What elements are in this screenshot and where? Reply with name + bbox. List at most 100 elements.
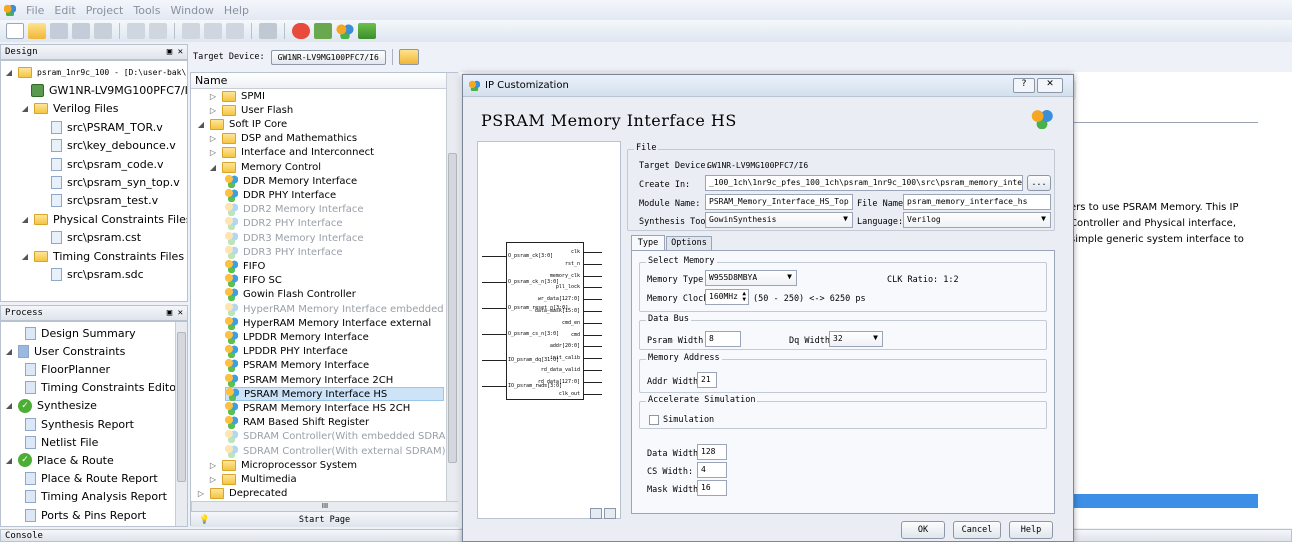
dq-width-select[interactable]: 32 ▼ xyxy=(829,331,883,347)
run-synthesis-icon[interactable] xyxy=(292,23,310,39)
panel-float-close-icon[interactable]: ▣ ✕ xyxy=(167,308,183,318)
design-tree-item[interactable]: src\psram.cst xyxy=(51,229,141,247)
design-tree-item[interactable]: src\psram_test.v xyxy=(51,192,158,210)
menu-project[interactable]: Project xyxy=(86,4,124,17)
spin-arrows-icon[interactable]: ▲ ▼ xyxy=(742,291,746,303)
ip-tree-item[interactable]: LPDDR Memory Interface xyxy=(225,330,369,344)
ip-tree-item[interactable]: ▷ DSP and Mathemathics xyxy=(209,132,357,146)
expand-arrow-icon[interactable]: ▷ xyxy=(209,475,217,484)
ip-tree-item[interactable]: ◢ Soft IP Core xyxy=(197,117,287,131)
paste-icon[interactable] xyxy=(226,23,244,39)
help-button[interactable]: ? xyxy=(1013,78,1035,93)
process-tree-item[interactable]: ◢ ✓ Synthesize xyxy=(5,397,97,415)
ip-tree-column-header[interactable]: Name xyxy=(191,73,457,89)
process-tree-item[interactable]: Ports & Pins Report xyxy=(25,506,146,524)
ip-tree-item[interactable]: ▷ User Flash xyxy=(209,103,293,117)
ip-tree-item[interactable]: FIFO xyxy=(225,259,265,273)
expand-arrow-icon[interactable]: ▷ xyxy=(209,92,217,101)
copy-icon[interactable] xyxy=(204,23,222,39)
expand-arrow-icon[interactable]: ▷ xyxy=(209,134,217,143)
data-width-field[interactable]: 128 xyxy=(697,444,727,460)
ip-tree-item[interactable]: HyperRAM Memory Interface external xyxy=(225,316,431,330)
process-tree-item[interactable]: Design Summary xyxy=(25,324,136,342)
ip-tree-item[interactable]: DDR Memory Interface xyxy=(225,174,357,188)
design-tree-item[interactable]: ◢ Verilog Files xyxy=(21,100,119,118)
ip-tree-item[interactable]: PSRAM Memory Interface 2CH xyxy=(225,373,393,387)
expand-arrow-icon[interactable]: ◢ xyxy=(209,163,217,172)
menu-edit[interactable]: Edit xyxy=(54,4,75,17)
ip-tree-item[interactable]: PSRAM Memory Interface HS 2CH xyxy=(225,401,410,415)
help-button[interactable]: Help xyxy=(1009,521,1053,539)
expand-arrow-icon[interactable]: ◢ xyxy=(21,252,29,261)
target-device-button[interactable]: GW1NR-LV9MG100PFC7/I6 xyxy=(270,49,386,65)
ip-tree-item[interactable]: ▷ Interface and Interconnect xyxy=(209,146,374,160)
design-tree-item[interactable]: src\PSRAM_TOR.v xyxy=(51,118,163,136)
scrollbar-thumb[interactable] xyxy=(177,332,186,482)
ip-tree-item[interactable]: DDR3 Memory Interface xyxy=(225,231,364,245)
process-tree-item[interactable]: Netlist File xyxy=(25,433,98,451)
programmer-icon[interactable] xyxy=(358,23,376,39)
zoom-out-icon[interactable] xyxy=(604,508,616,519)
expand-arrow-icon[interactable]: ◢ xyxy=(21,215,29,224)
expand-arrow-icon[interactable]: ▷ xyxy=(209,461,217,470)
ip-tree-item[interactable]: HyperRAM Memory Interface embedded xyxy=(225,302,444,316)
undo-icon[interactable] xyxy=(127,23,145,39)
expand-arrow-icon[interactable]: ◢ xyxy=(5,401,13,410)
ok-button[interactable]: OK xyxy=(901,521,945,539)
expand-arrow-icon[interactable]: ◢ xyxy=(5,456,13,465)
language-select[interactable]: Verilog ▼ xyxy=(903,212,1051,228)
new-file-icon[interactable] xyxy=(6,23,24,39)
process-tree-item[interactable]: Synthesis Report xyxy=(25,415,134,433)
ip-core-generator-icon[interactable] xyxy=(336,23,354,39)
design-tree-item[interactable]: src\psram_syn_top.v xyxy=(51,173,180,191)
close-button[interactable]: ✕ xyxy=(1037,78,1063,93)
ip-tree-item[interactable]: ▷ Microprocessor System xyxy=(209,458,357,472)
ip-tree-vscrollbar[interactable] xyxy=(446,73,458,501)
process-tree-item[interactable]: ◢ User Constraints xyxy=(5,342,125,360)
tab-type[interactable]: Type xyxy=(631,235,665,250)
design-tree-item[interactable]: src\psram.sdc xyxy=(51,265,144,283)
expand-arrow-icon[interactable]: ◢ xyxy=(197,120,205,129)
module-name-field[interactable]: PSRAM_Memory_Interface_HS_Top xyxy=(705,194,853,210)
design-tree-item[interactable]: GW1NR-LV9MG100PFC7/I6 xyxy=(31,81,187,99)
ip-tree-item[interactable]: ◢ Memory Control xyxy=(209,160,321,174)
process-tree-item[interactable]: Timing Analysis Report xyxy=(25,488,167,506)
ip-tree-item[interactable]: ▷ SPMI xyxy=(209,89,265,103)
ip-tree-item[interactable]: DDR2 Memory Interface xyxy=(225,203,364,217)
run-place-route-icon[interactable] xyxy=(314,23,332,39)
file-name-field[interactable]: psram_memory_interface_hs xyxy=(903,194,1051,210)
menu-file[interactable]: File xyxy=(26,4,44,17)
menu-tools[interactable]: Tools xyxy=(133,4,160,17)
process-tree-item[interactable]: ◢ ✓ Place & Route xyxy=(5,451,114,469)
expand-arrow-icon[interactable]: ▷ xyxy=(209,148,217,157)
process-scrollbar[interactable] xyxy=(175,322,187,526)
mask-width-field[interactable]: 16 xyxy=(697,480,727,496)
ip-tree-item[interactable]: Gowin Flash Controller xyxy=(225,288,356,302)
memory-clock-spinbox[interactable]: 160MHz ▲ ▼ xyxy=(705,289,749,305)
browse-button[interactable]: ... xyxy=(1027,175,1051,191)
open-folder-icon[interactable] xyxy=(28,23,46,39)
scrollbar-thumb[interactable] xyxy=(448,153,457,463)
psram-width-field[interactable]: 8 xyxy=(705,331,741,347)
cs-width-field[interactable]: 4 xyxy=(697,462,727,478)
menu-window[interactable]: Window xyxy=(170,4,213,17)
zoom-in-icon[interactable] xyxy=(590,508,602,519)
expand-arrow-icon[interactable]: ◢ xyxy=(5,347,13,356)
ip-tree-item[interactable]: RAM Based Shift Register xyxy=(225,416,369,430)
ip-tree-hscrollbar[interactable]: III xyxy=(191,501,458,511)
expand-arrow-icon[interactable]: ▷ xyxy=(197,489,205,498)
find-icon[interactable] xyxy=(259,23,277,39)
expand-arrow-icon[interactable]: ◢ xyxy=(5,68,13,77)
redo-icon[interactable] xyxy=(149,23,167,39)
synthesis-tool-select[interactable]: GowinSynthesis ▼ xyxy=(705,212,853,228)
ip-tree-item[interactable]: SDRAM Controller(With embedded SDRAM) xyxy=(225,430,446,444)
memory-type-select[interactable]: W955D8MBYA ▼ xyxy=(705,270,797,286)
ip-tree-item[interactable]: PSRAM Memory Interface HS xyxy=(225,387,444,402)
design-tree-item[interactable]: src\key_debounce.v xyxy=(51,137,176,155)
ip-tree-item[interactable]: LPDDR PHY Interface xyxy=(225,345,348,359)
process-tree-item[interactable]: Timing Constraints Editor xyxy=(25,379,180,397)
expand-arrow-icon[interactable]: ◢ xyxy=(21,104,29,113)
ip-tree-item[interactable]: ▷ Multimedia xyxy=(209,472,297,486)
process-tree-item[interactable]: FloorPlanner xyxy=(25,360,110,378)
tab-options[interactable]: Options xyxy=(666,236,712,250)
